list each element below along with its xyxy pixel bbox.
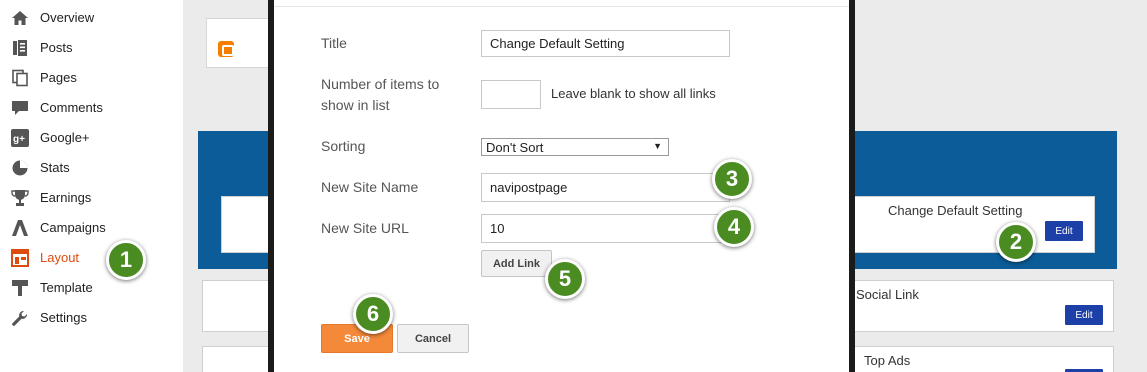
title-label: Title (321, 35, 347, 51)
sidebar-item-label: Overview (40, 10, 95, 25)
sidebar-item-google-plus[interactable]: g+ Google+ (0, 122, 183, 152)
sidebar-item-label: Stats (40, 160, 70, 175)
gadget-edit-button[interactable]: Edit (1045, 221, 1083, 241)
social-link-edit-button[interactable]: Edit (1065, 305, 1103, 325)
gadget-title: Change Default Setting (888, 203, 1023, 218)
sidebar-item-label: Layout (40, 250, 80, 265)
sidebar-item-label: Earnings (40, 190, 92, 205)
blogger-logo-icon (218, 41, 234, 57)
new-site-name-label: New Site Name (321, 179, 419, 195)
google-plus-icon: g+ (11, 129, 29, 147)
pages-icon (11, 69, 29, 87)
pie-chart-icon (11, 159, 29, 177)
sidebar-item-pages[interactable]: Pages (0, 62, 183, 92)
sidebar-item-overview[interactable]: Overview (0, 2, 183, 32)
sidebar-item-label: Posts (40, 40, 73, 55)
trophy-icon (11, 189, 29, 207)
sidebar-item-label: Pages (40, 70, 77, 85)
sorting-select-value: Don't Sort (486, 139, 544, 155)
step-badge-6: 6 (353, 294, 393, 334)
step-badge-2: 2 (996, 222, 1036, 262)
caret-down-icon: ▼ (653, 141, 662, 151)
sidebar-item-label: Comments (40, 100, 103, 115)
sidebar-item-layout[interactable]: Layout (0, 242, 183, 272)
items-count-input[interactable] (481, 80, 541, 109)
gadget-row-title: Social Link (856, 287, 919, 302)
step-badge-3: 3 (712, 159, 752, 199)
comment-icon (11, 99, 29, 117)
items-count-label-line2: show in list (321, 97, 390, 113)
blog-header-card (206, 18, 276, 68)
sidebar-item-label: Google+ (40, 130, 90, 145)
svg-text:g+: g+ (13, 134, 25, 145)
template-icon (11, 279, 29, 297)
add-link-button[interactable]: Add Link (481, 250, 552, 277)
sidebar-item-label: Campaigns (40, 220, 106, 235)
wrench-icon (11, 309, 29, 327)
sidebar-item-label: Settings (40, 310, 87, 325)
new-site-url-label: New Site URL (321, 220, 409, 236)
home-icon (11, 9, 29, 27)
items-count-label-line1: Number of items to (321, 76, 440, 92)
new-site-name-input[interactable]: navipostpage (481, 173, 730, 202)
divider (274, 6, 849, 7)
step-badge-5: 5 (545, 259, 585, 299)
sidebar: Overview Posts Pages Comments g+ Google+… (0, 0, 183, 372)
sidebar-item-posts[interactable]: Posts (0, 32, 183, 62)
sidebar-item-template[interactable]: Template (0, 272, 183, 302)
cancel-button[interactable]: Cancel (397, 324, 469, 353)
campaigns-icon (11, 219, 29, 237)
sidebar-item-settings[interactable]: Settings (0, 302, 183, 332)
layout-icon (11, 249, 29, 267)
sorting-select[interactable]: Don't Sort ▼ (481, 138, 669, 156)
title-input[interactable]: Change Default Setting (481, 30, 730, 57)
gadget-row-title: Top Ads (864, 353, 911, 368)
sidebar-item-stats[interactable]: Stats (0, 152, 183, 182)
sidebar-item-earnings[interactable]: Earnings (0, 182, 183, 212)
sidebar-item-comments[interactable]: Comments (0, 92, 183, 122)
step-badge-1: 1 (106, 240, 146, 280)
items-count-hint: Leave blank to show all links (551, 86, 716, 101)
step-badge-4: 4 (714, 207, 754, 247)
posts-icon (11, 39, 29, 57)
sidebar-item-campaigns[interactable]: Campaigns (0, 212, 183, 242)
sidebar-item-label: Template (40, 280, 93, 295)
new-site-url-input[interactable]: 10 (481, 214, 730, 243)
sorting-label: Sorting (321, 138, 366, 154)
